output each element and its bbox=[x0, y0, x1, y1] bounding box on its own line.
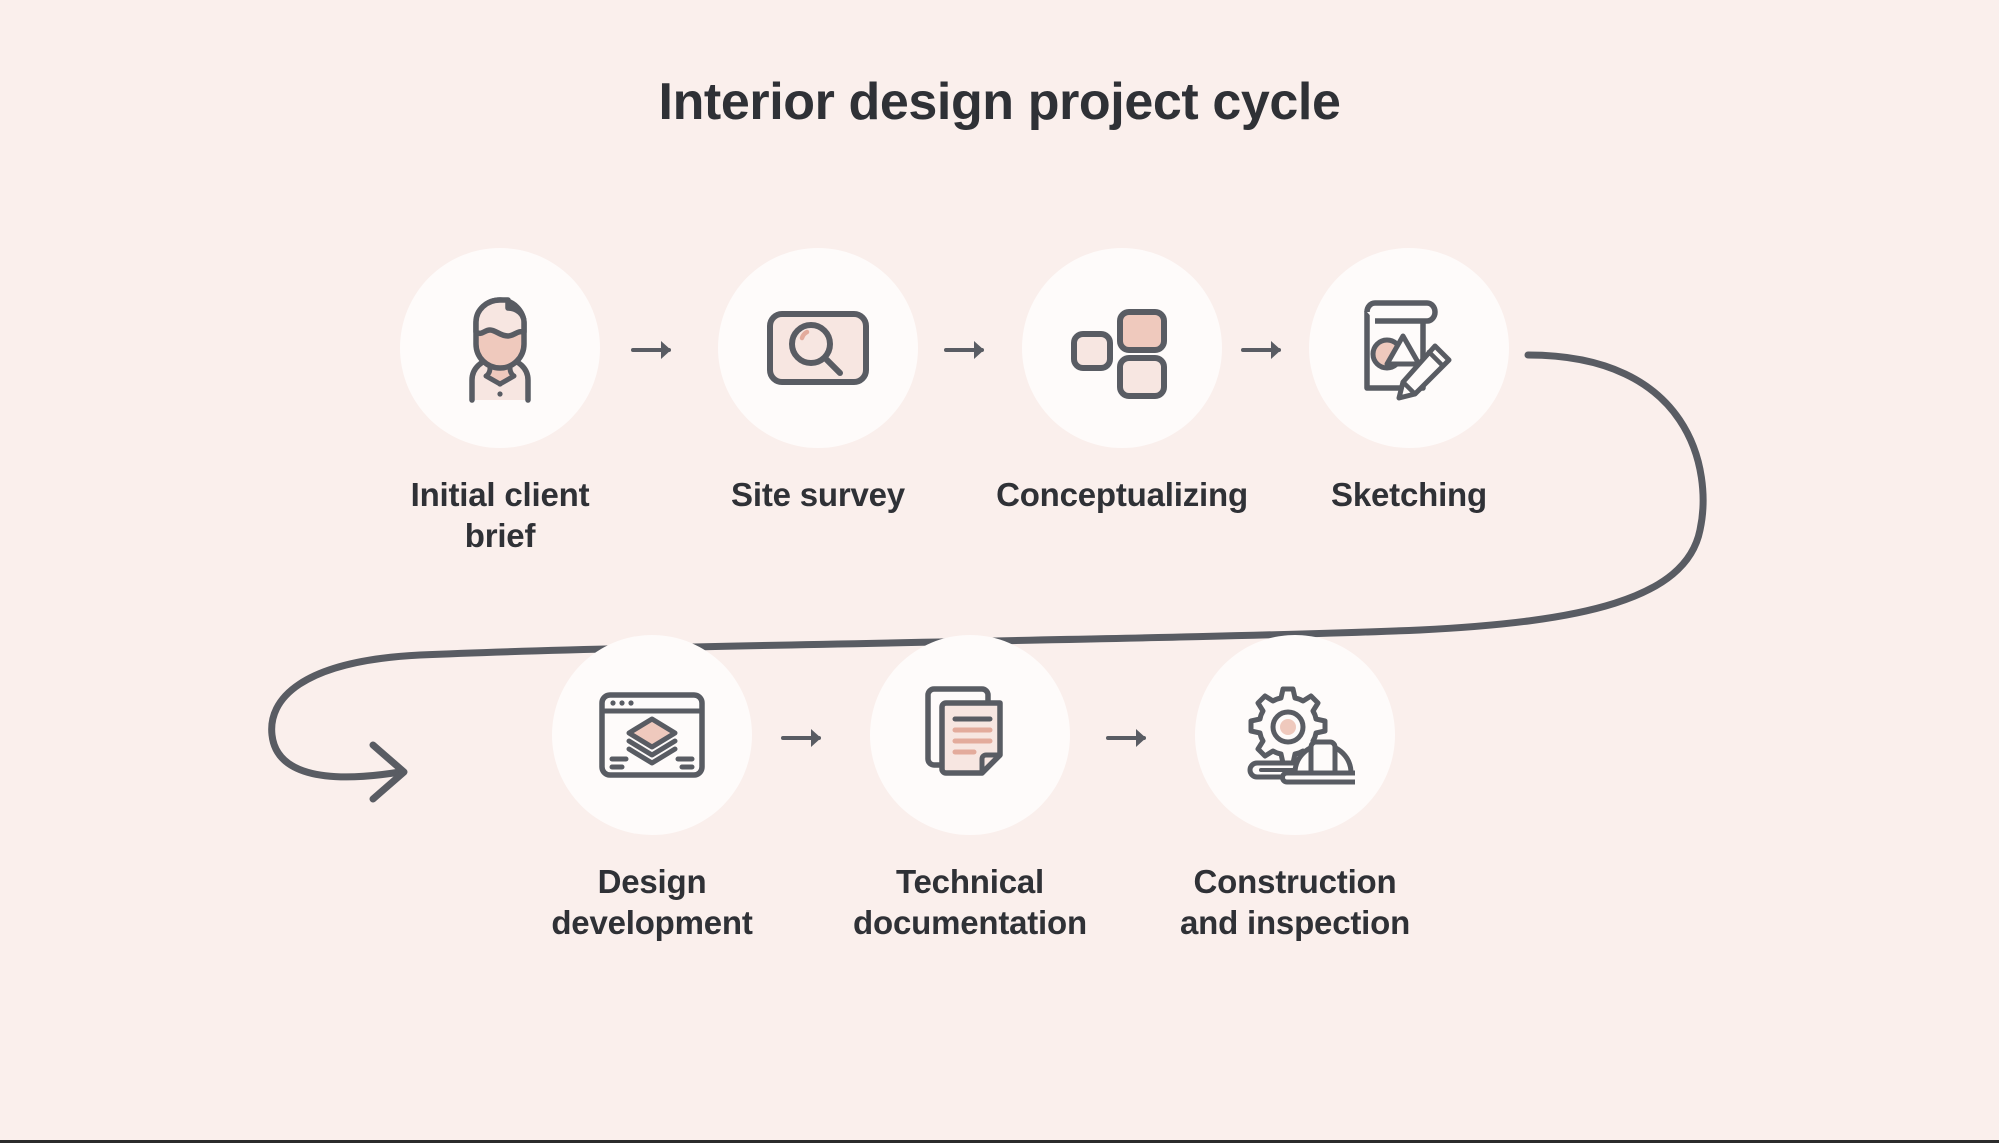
flow-step-label: Site survey bbox=[731, 476, 905, 513]
documents-icon bbox=[925, 686, 1003, 776]
flow-step-site-survey[interactable]: Site survey bbox=[688, 248, 948, 515]
flow-step-label: Initial client brief bbox=[410, 476, 590, 555]
icon-circle bbox=[718, 248, 918, 448]
flow-step-design-development[interactable]: Design development bbox=[522, 635, 782, 944]
flow-step-initial-client-brief[interactable]: Initial client brief bbox=[370, 248, 630, 557]
flow-step-label: Conceptualizing bbox=[996, 476, 1248, 513]
flow-step-construction-and-inspection[interactable]: Construction and inspection bbox=[1165, 635, 1425, 944]
icon-circle bbox=[1022, 248, 1222, 448]
arrow-right-icon bbox=[781, 729, 821, 747]
gear-hardhat-icon bbox=[1247, 686, 1355, 785]
curved-arrow-right-icon bbox=[268, 351, 1707, 803]
sketchpad-pencil-icon bbox=[1364, 300, 1452, 401]
arrow-right-icon bbox=[1106, 729, 1146, 747]
arrow-right-icon bbox=[631, 341, 671, 359]
flow-step-label: Construction and inspection bbox=[1179, 863, 1411, 942]
layout-blocks-icon bbox=[1071, 309, 1167, 399]
page-title: Interior design project cycle bbox=[658, 73, 1341, 131]
flow-step-sketching[interactable]: Sketching bbox=[1279, 248, 1539, 515]
icon-circle bbox=[1309, 248, 1509, 448]
arrow-right-icon bbox=[944, 341, 984, 359]
diagram-canvas: Interior design project cycle Initial cl… bbox=[0, 0, 1999, 1140]
person-avatar-icon bbox=[469, 297, 531, 403]
browser-layers-icon bbox=[599, 692, 705, 778]
flow-step-label: Technical documentation bbox=[853, 863, 1087, 942]
flow-step-conceptualizing[interactable]: Conceptualizing bbox=[992, 248, 1252, 515]
magnifier-screen-icon bbox=[767, 311, 869, 385]
icon-circle bbox=[870, 635, 1070, 835]
icon-circle bbox=[1195, 635, 1395, 835]
icon-circle bbox=[552, 635, 752, 835]
icon-circle bbox=[400, 248, 600, 448]
flow-step-label: Design development bbox=[551, 863, 753, 942]
flow-step-label: Sketching bbox=[1331, 476, 1487, 513]
flow-step-technical-documentation[interactable]: Technical documentation bbox=[840, 635, 1100, 944]
